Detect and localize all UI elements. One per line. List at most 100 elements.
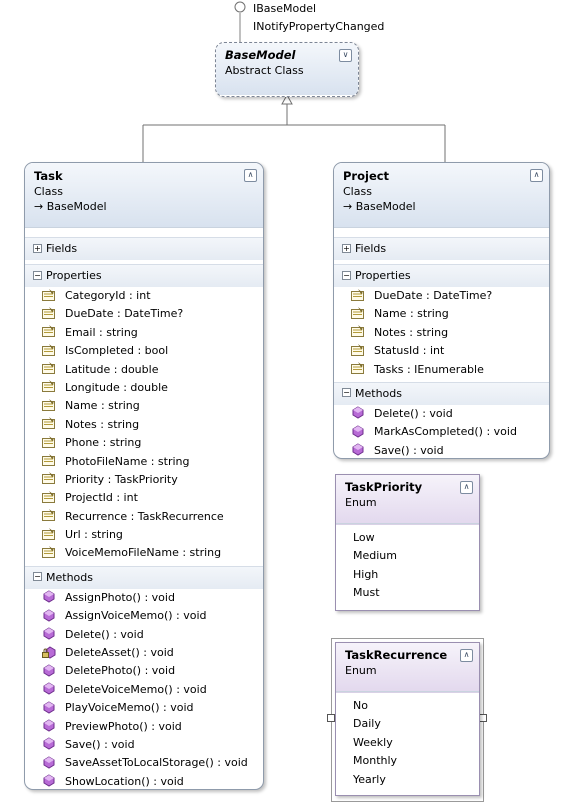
property-icon [351, 325, 365, 338]
method-row[interactable]: DeleteVoiceMemo() : void [25, 681, 263, 699]
property-row[interactable]: DueDate : DateTime? [25, 305, 263, 323]
property-row[interactable]: PhotoFileName : string [25, 453, 263, 471]
method-row[interactable]: ShowLocation() : void [25, 773, 263, 789]
class-basemodel[interactable]: BaseModel Abstract Class ∨ [215, 42, 359, 97]
member-label: PreviewPhoto() : void [65, 719, 182, 733]
collapse-section-icon[interactable]: − [33, 572, 42, 582]
class-task[interactable]: Task Class → BaseModel ∧ + Fields − Proper… [24, 162, 264, 790]
collapse-icon[interactable]: ∨ [339, 49, 352, 62]
member-label: ShowLocation() : void [65, 774, 184, 788]
collapse-icon[interactable]: ∧ [244, 169, 257, 182]
property-row[interactable]: IsCompleted : bool [25, 342, 263, 360]
member-label: Notes : string [65, 417, 140, 431]
method-row[interactable]: DeletePhoto() : void [25, 662, 263, 680]
property-icon [42, 417, 56, 430]
collapse-icon[interactable]: ∧ [530, 169, 543, 182]
method-row[interactable]: SaveAssetToLocalStorage() : void [25, 754, 263, 772]
member-label: Priority : TaskPriority [65, 472, 178, 486]
member-label: Daily [353, 717, 381, 731]
enum-name: TaskPriority [345, 480, 423, 494]
collapse-section-icon[interactable]: − [342, 270, 351, 280]
enum-value[interactable]: Yearly [336, 771, 479, 789]
method-row[interactable]: PreviewPhoto() : void [25, 718, 263, 736]
class-project[interactable]: Project Class → BaseModel ∧ + Fields − Pro… [333, 162, 550, 459]
property-row[interactable]: Longitude : double [25, 379, 263, 397]
enum-value[interactable]: Medium [336, 547, 479, 565]
member-label: SaveAssetToLocalStorage() : void [65, 756, 248, 770]
member-label: Must [353, 586, 380, 600]
resize-handle-right[interactable] [479, 714, 487, 722]
expand-icon[interactable]: + [33, 243, 42, 253]
collapse-icon[interactable]: ∧ [460, 649, 473, 662]
property-row[interactable]: Notes : string [334, 324, 549, 342]
method-icon [42, 719, 56, 732]
method-row[interactable]: Delete() : void [25, 626, 263, 644]
member-label: ProjectId : int [65, 491, 138, 505]
property-row[interactable]: StatusId : int [334, 342, 549, 360]
section-fields[interactable]: + Fields [334, 237, 549, 260]
method-icon [351, 443, 365, 456]
collapse-section-icon[interactable]: − [342, 388, 351, 398]
collapse-section-icon[interactable]: − [33, 270, 42, 280]
enum-value[interactable]: Must [336, 584, 479, 602]
member-label: Delete() : void [65, 627, 144, 641]
property-icon [42, 343, 56, 357]
property-row[interactable]: CategoryId : int [25, 287, 263, 305]
section-methods[interactable]: − Methods [25, 565, 263, 589]
member-label: DueDate : DateTime? [374, 289, 493, 302]
method-row[interactable]: Save() : void [334, 442, 549, 458]
property-row[interactable]: Latitude : double [25, 361, 263, 379]
property-row[interactable]: DueDate : DateTime? [334, 287, 549, 305]
section-fields[interactable]: + Fields [25, 237, 263, 260]
member-label: Email : string [65, 325, 138, 339]
enum-value[interactable]: High [336, 566, 479, 584]
method-row[interactable]: Save() : void [25, 736, 263, 754]
method-row[interactable]: PlayVoiceMemo() : void [25, 699, 263, 717]
property-row[interactable]: Url : string [25, 526, 263, 544]
enum-taskpriority[interactable]: TaskPriority Enum ∧ Low Medium High Must [335, 474, 480, 611]
property-row[interactable]: Notes : string [25, 416, 263, 434]
property-row[interactable]: Tasks : IEnumerable [334, 361, 549, 379]
method-row[interactable]: DeleteAsset() : void [25, 644, 263, 662]
expand-icon[interactable]: + [342, 243, 351, 253]
enum-value[interactable]: Monthly [336, 752, 479, 770]
property-icon [42, 380, 56, 393]
enum-value[interactable]: Low [336, 529, 479, 547]
section-properties[interactable]: − Properties [25, 264, 263, 287]
member-label: Name : string [65, 399, 140, 413]
member-label: No [353, 699, 368, 712]
method-row[interactable]: Delete() : void [334, 405, 549, 423]
property-row[interactable]: Name : string [334, 305, 549, 323]
property-row[interactable]: Name : string [25, 397, 263, 415]
property-row[interactable]: Phone : string [25, 434, 263, 452]
property-row[interactable]: Recurrence : TaskRecurrence [25, 508, 263, 526]
section-properties[interactable]: − Properties [334, 264, 549, 287]
enum-value[interactable]: Weekly [336, 734, 479, 752]
section-methods[interactable]: − Methods [334, 381, 549, 405]
collapse-icon[interactable]: ∧ [460, 481, 473, 494]
member-label: DeleteAsset() : void [65, 646, 174, 660]
method-row[interactable]: MarkAsCompleted() : void [334, 423, 549, 441]
resize-handle-left[interactable] [327, 714, 335, 722]
method-row[interactable]: AssignVoiceMemo() : void [25, 607, 263, 625]
property-icon [351, 306, 365, 320]
member-label: Latitude : double [65, 362, 159, 376]
property-icon [42, 288, 56, 302]
property-icon [42, 325, 56, 338]
member-label: CategoryId : int [65, 289, 151, 302]
member-label: DeletePhoto() : void [65, 664, 176, 678]
property-row[interactable]: Email : string [25, 324, 263, 342]
member-label: VoiceMemoFileName : string [65, 546, 222, 560]
member-label: Longitude : double [65, 380, 168, 394]
method-row[interactable]: AssignPhoto() : void [25, 589, 263, 607]
property-row[interactable]: ProjectId : int [25, 489, 263, 507]
enum-value[interactable]: No [336, 697, 479, 715]
member-label: Tasks : IEnumerable [374, 362, 484, 376]
enum-taskrecurrence[interactable]: TaskRecurrence Enum ∧ No Daily Weekly Month… [335, 642, 480, 796]
property-row[interactable]: VoiceMemoFileName : string [25, 544, 263, 562]
private-method-icon [42, 645, 56, 659]
enum-value[interactable]: Daily [336, 715, 479, 733]
member-label: DueDate : DateTime? [65, 307, 184, 321]
method-list: AssignPhoto() : void AssignVoiceMemo() : … [25, 589, 263, 789]
property-row[interactable]: Priority : TaskPriority [25, 471, 263, 489]
